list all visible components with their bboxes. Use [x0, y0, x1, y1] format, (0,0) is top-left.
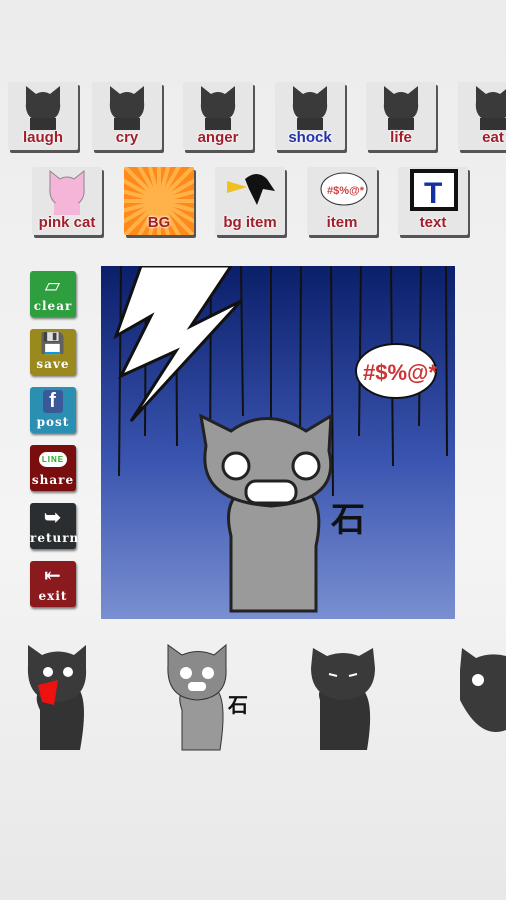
exit-button[interactable]: ⇤ exit — [30, 561, 76, 607]
editor-canvas[interactable]: #$%@* 石 — [101, 266, 455, 619]
lightning-bolt — [113, 266, 243, 423]
return-button[interactable]: ➥ return — [30, 503, 80, 549]
category-text[interactable]: Ttext — [398, 167, 468, 235]
svg-text:#$%@*: #$%@* — [327, 185, 365, 197]
button-label: return — [30, 531, 80, 545]
button-label: share — [31, 473, 75, 487]
post-button[interactable]: f post — [30, 387, 76, 433]
speech-text: #$%@* — [363, 360, 437, 385]
floppy-icon: 💾 — [40, 331, 66, 355]
stone-cat — [199, 413, 333, 613]
sticker-cat-partial[interactable] — [450, 640, 506, 760]
sticker-stone-cat[interactable]: 石 — [160, 640, 255, 760]
button-label: post — [36, 415, 70, 429]
category-label: anger — [197, 129, 239, 146]
stone-text: 石 — [330, 501, 365, 539]
category-BG[interactable]: BG — [124, 167, 194, 235]
category-label: shock — [288, 129, 332, 146]
clear-button[interactable]: ▱ clear — [30, 271, 76, 317]
exit-icon: ⇤ — [44, 563, 62, 587]
category-item[interactable]: #$%@* item — [307, 167, 377, 235]
sticker-stone-text: 石 — [227, 695, 248, 717]
category-eat[interactable]: eat — [458, 82, 506, 150]
category-label: eat — [482, 129, 504, 146]
button-label: clear — [33, 299, 73, 313]
eraser-icon: ▱ — [44, 273, 62, 297]
button-label: save — [36, 357, 70, 371]
category-laugh[interactable]: laugh — [8, 82, 78, 150]
facebook-icon: f — [30, 387, 76, 415]
sticker-shock-cat[interactable] — [20, 640, 95, 760]
sticker-sad-cat[interactable] — [305, 640, 385, 760]
save-button[interactable]: 💾 save — [30, 329, 76, 375]
category-label: pink cat — [38, 214, 96, 231]
category-bg-item[interactable]: bg item — [215, 167, 285, 235]
text-tile-glyph: T — [424, 177, 442, 210]
category-pink-cat[interactable]: pink cat — [32, 167, 102, 235]
return-icon: ➥ — [44, 505, 62, 529]
category-label: text — [419, 214, 447, 231]
category-label: cry — [115, 129, 139, 146]
category-label: bg item — [223, 214, 277, 231]
category-label: BG — [147, 214, 171, 231]
button-label: exit — [38, 589, 68, 603]
category-anger[interactable]: anger — [183, 82, 253, 150]
category-label: laugh — [23, 129, 63, 146]
category-shock[interactable]: shock — [275, 82, 345, 150]
line-icon: LINE — [30, 445, 76, 473]
category-cry[interactable]: cry — [92, 82, 162, 150]
share-button[interactable]: LINE share — [30, 445, 76, 491]
category-label: life — [390, 129, 412, 146]
canvas-scene: #$%@* 石 — [113, 266, 448, 613]
category-label: item — [326, 214, 358, 231]
category-life[interactable]: life — [366, 82, 436, 150]
